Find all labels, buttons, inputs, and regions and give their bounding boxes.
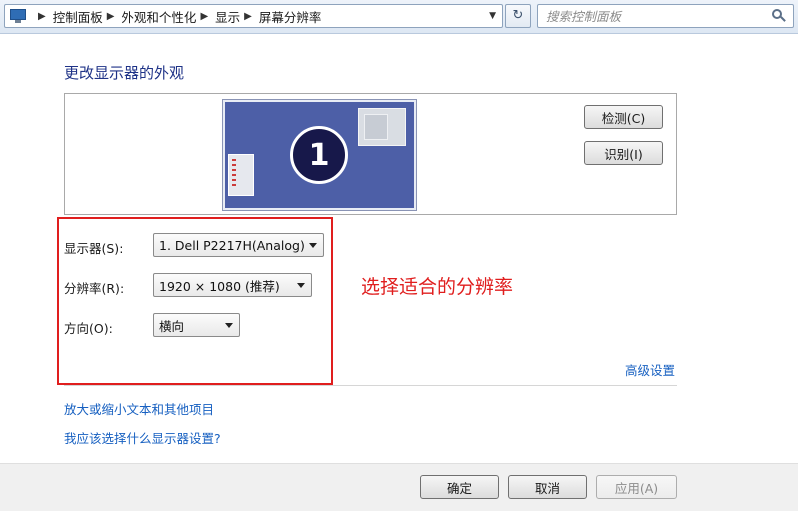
monitor-number-badge: 1 xyxy=(290,126,348,184)
control-panel-icon xyxy=(10,9,28,23)
monitor-preview-area: 1 检测(C) 识别(I) xyxy=(64,93,677,215)
detect-button[interactable]: 检测(C) xyxy=(584,105,663,129)
breadcrumb-display[interactable]: 显示 xyxy=(215,7,240,26)
highlight-box xyxy=(57,217,333,385)
breadcrumb-arrow-icon[interactable]: ▶ xyxy=(200,11,208,22)
address-toolbar: ▶ 控制面板 ▶ 外观和个性化 ▶ 显示 ▶ 屏幕分辨率 ▼ ↻ xyxy=(0,0,798,34)
window-thumbnail-icon xyxy=(358,108,406,146)
page-title: 更改显示器的外观 xyxy=(64,64,185,82)
address-history-dropdown-icon[interactable]: ▼ xyxy=(489,11,496,21)
breadcrumb-arrow-icon[interactable]: ▶ xyxy=(107,11,115,22)
annotation-text: 选择适合的分辨率 xyxy=(361,276,514,298)
divider xyxy=(64,385,677,386)
breadcrumb-appearance[interactable]: 外观和个性化 xyxy=(121,7,196,26)
identify-button[interactable]: 识别(I) xyxy=(584,141,663,165)
cancel-button[interactable]: 取消 xyxy=(508,475,587,499)
search-box[interactable] xyxy=(537,4,794,28)
apply-button[interactable]: 应用(A) xyxy=(596,475,677,499)
window-thumbnail-icon xyxy=(228,154,254,196)
breadcrumb-arrow-icon[interactable]: ▶ xyxy=(244,11,252,22)
search-input[interactable] xyxy=(538,5,758,27)
refresh-button[interactable]: ↻ xyxy=(505,4,531,28)
zoom-text-link[interactable]: 放大或缩小文本和其他项目 xyxy=(64,399,214,418)
breadcrumb-arrow-icon[interactable]: ▶ xyxy=(38,11,46,22)
search-icon[interactable] xyxy=(772,9,786,23)
refresh-icon: ↻ xyxy=(512,8,524,23)
display-settings-help-link[interactable]: 我应该选择什么显示器设置? xyxy=(64,428,221,447)
dialog-footer xyxy=(0,464,798,511)
monitor-thumbnail[interactable]: 1 xyxy=(223,100,416,210)
address-bar[interactable]: ▶ 控制面板 ▶ 外观和个性化 ▶ 显示 ▶ 屏幕分辨率 ▼ xyxy=(4,4,503,28)
breadcrumb-control-panel[interactable]: 控制面板 xyxy=(53,7,103,26)
breadcrumb-screen-resolution[interactable]: 屏幕分辨率 xyxy=(259,7,322,26)
advanced-settings-link[interactable]: 高级设置 xyxy=(625,360,675,379)
ok-button[interactable]: 确定 xyxy=(420,475,499,499)
